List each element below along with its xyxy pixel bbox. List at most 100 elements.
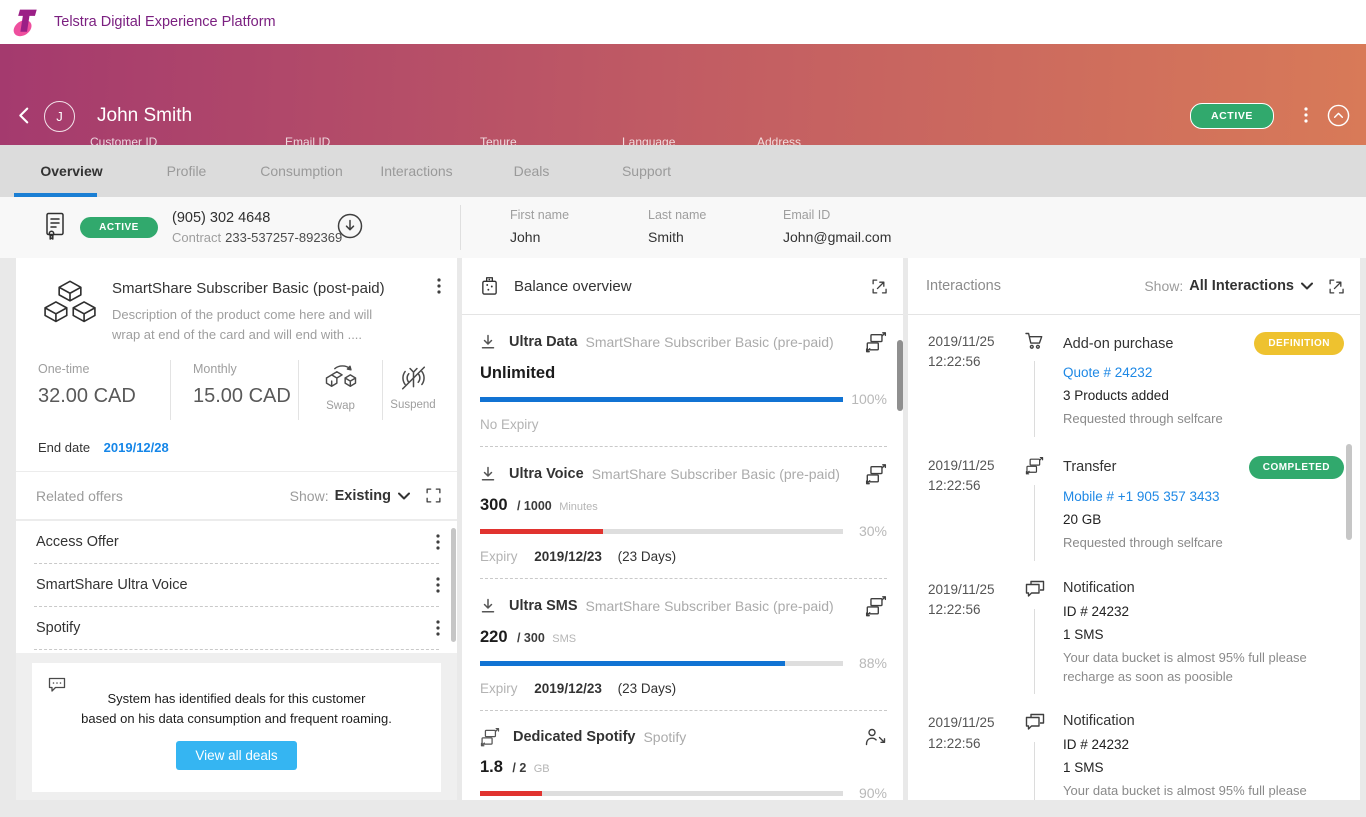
kebab-menu-icon[interactable] [436, 534, 440, 550]
transfer-icon[interactable] [865, 331, 887, 353]
expiry-days: (23 Days) [618, 681, 677, 696]
tab-overview[interactable]: Overview [14, 145, 129, 197]
interactions-filter-dropdown[interactable]: All Interactions [1189, 278, 1294, 294]
avatar: J [44, 101, 75, 132]
balance-plan: SmartShare Subscriber Basic (pre-paid) [592, 466, 857, 482]
scrollbar-left-column[interactable] [451, 528, 456, 642]
view-all-deals-button[interactable]: View all deals [176, 741, 296, 770]
app-title: Telstra Digital Experience Platform [54, 14, 276, 30]
progress-percent: 100% [847, 391, 887, 407]
end-date-label: End date [38, 440, 90, 455]
tab-deals[interactable]: Deals [474, 145, 589, 197]
transfer-icon [480, 727, 500, 747]
tab-consumption[interactable]: Consumption [244, 145, 359, 197]
kebab-menu-icon[interactable] [1304, 107, 1308, 123]
cart-icon [1025, 332, 1062, 350]
progress-bar [480, 397, 843, 402]
expiry-label: Expiry [480, 549, 518, 564]
end-date-value[interactable]: 2019/12/28 [104, 440, 169, 455]
swap-icon [323, 364, 359, 393]
offer-name: SmartShare Ultra Voice [36, 577, 436, 593]
deals-message-line2: based on his data consumption and freque… [46, 709, 427, 729]
tab-support[interactable]: Support [589, 145, 704, 197]
deals-message: System has identified deals for this cus… [46, 689, 427, 728]
divider [460, 205, 461, 250]
progress-fill [480, 529, 603, 534]
kebab-menu-icon[interactable] [436, 577, 440, 593]
swap-action[interactable]: Swap [298, 360, 382, 420]
contract-document-icon [44, 212, 66, 240]
offer-row-smartshare-ultra-voice[interactable]: SmartShare Ultra Voice [16, 564, 457, 606]
collapse-header-icon[interactable] [1327, 104, 1350, 127]
balance-total: / 1000 [517, 499, 552, 513]
quote-link[interactable]: Quote # 24232 [1063, 365, 1344, 380]
divider [34, 649, 439, 650]
contract-expand-icon[interactable] [337, 213, 363, 239]
chat-bubbles-icon [1025, 580, 1062, 598]
interaction-date: 2019/11/25 [928, 332, 1025, 352]
balance-value: 220 [480, 628, 508, 646]
expiry-label: No Expiry [480, 417, 539, 432]
kebab-menu-icon[interactable] [437, 278, 441, 294]
show-label: Show: [1144, 278, 1183, 294]
suspend-action[interactable]: Suspend [382, 360, 443, 420]
interaction-note: Your data bucket is almost 95% full plea… [1063, 649, 1344, 697]
download-icon [480, 466, 496, 482]
kebab-menu-icon[interactable] [436, 620, 440, 636]
interaction-time: 12:22:56 [928, 734, 1025, 754]
offers-filter-dropdown[interactable]: Existing [335, 488, 391, 504]
interaction-date: 2019/11/25 [928, 456, 1025, 476]
field-value: John [510, 229, 569, 245]
field-label: First name [510, 208, 569, 222]
offer-name: Spotify [36, 620, 436, 636]
expand-offers-icon[interactable] [426, 488, 441, 503]
back-icon[interactable] [18, 107, 29, 124]
balance-unit: SMS [552, 633, 576, 645]
deals-zone: System has identified deals for this cus… [16, 653, 457, 800]
offer-name: Access Offer [36, 534, 436, 550]
balance-header: Balance overview [462, 258, 903, 315]
scrollbar-middle-column[interactable] [897, 340, 903, 411]
transfer-icon[interactable] [865, 595, 887, 617]
field-label: Email ID [783, 208, 891, 222]
expiry-date: 2019/12/23 [534, 681, 602, 696]
balance-total: / 2 [512, 761, 526, 775]
balance-plan: SmartShare Subscriber Basic (pre-paid) [586, 598, 858, 614]
balance-unit: Minutes [559, 501, 598, 513]
interaction-detail: ID # 24232 [1063, 737, 1344, 752]
progress-bar [480, 791, 843, 796]
expand-balance-icon[interactable] [872, 279, 887, 294]
chat-bubbles-icon [1025, 713, 1062, 731]
tab-interactions[interactable]: Interactions [359, 145, 474, 197]
contract-number: 233-537257-892369 [225, 230, 342, 245]
interactions-header: Interactions Show: All Interactions [908, 258, 1360, 315]
progress-percent: 30% [847, 523, 887, 539]
offer-row-spotify[interactable]: Spotify [16, 607, 457, 649]
scrollbar-right-column[interactable] [1346, 444, 1352, 540]
share-user-icon[interactable] [865, 727, 887, 747]
interaction-title: Notification [1063, 713, 1135, 729]
transfer-icon[interactable] [865, 463, 887, 485]
telstra-logo-icon [12, 6, 42, 38]
chevron-down-icon[interactable] [1301, 282, 1313, 290]
product-boxes-icon [44, 280, 96, 344]
product-header: SmartShare Subscriber Basic (post-paid) … [36, 276, 443, 344]
interaction-item-add-on-purchase: 2019/11/25 12:22:56 Add-on purchase DEFI… [908, 315, 1360, 439]
progress-fill [480, 791, 542, 796]
balance-jar-icon [480, 276, 499, 297]
tab-profile[interactable]: Profile [129, 145, 244, 197]
related-offers-header: Related offers Show: Existing [16, 471, 457, 521]
interaction-note: Requested through selfcare [1063, 410, 1344, 439]
balance-row-ultra-sms: Ultra SMS SmartShare Subscriber Basic (p… [462, 579, 903, 710]
timeline-line [1034, 609, 1035, 695]
chevron-down-icon[interactable] [398, 492, 410, 500]
price-label: One-time [38, 362, 170, 376]
expand-interactions-icon[interactable] [1329, 279, 1344, 294]
balance-value: Unlimited [480, 364, 555, 382]
offer-row-access-offer[interactable]: Access Offer [16, 521, 457, 563]
balance-column: Balance overview Ultra Data SmartShare S… [462, 258, 903, 800]
balance-name: Ultra Voice [509, 466, 584, 482]
contract-phone-number: (905) 302 4648 [172, 210, 270, 226]
mobile-number-link[interactable]: Mobile # +1 905 357 3433 [1063, 489, 1344, 504]
contract-field-last-name: Last name Smith [648, 208, 706, 245]
